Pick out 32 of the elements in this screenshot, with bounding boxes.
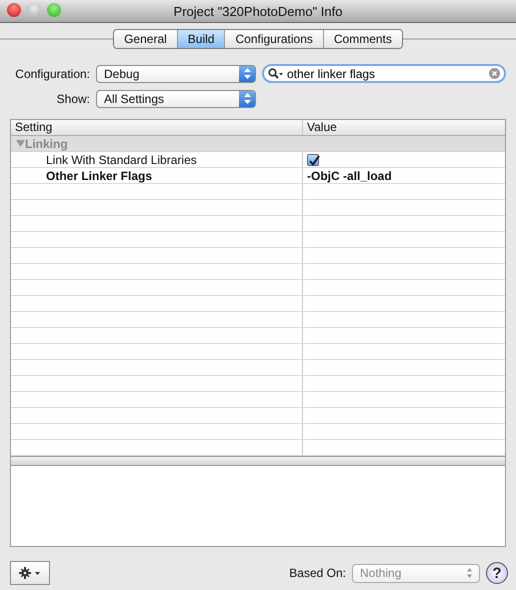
tab[interactable]: Comments xyxy=(324,30,402,48)
setting-value: -ObjC -all_load xyxy=(307,168,392,182)
search-icon xyxy=(268,68,284,79)
disclosure-icon[interactable] xyxy=(16,139,25,148)
column-header[interactable]: Value xyxy=(303,120,505,135)
group-label: Linking xyxy=(25,136,68,150)
close-button[interactable] xyxy=(7,3,21,17)
minimize-button[interactable] xyxy=(27,3,41,17)
tab[interactable]: Configurations xyxy=(225,30,324,48)
tab[interactable]: General xyxy=(114,30,178,48)
gear-icon xyxy=(19,567,41,579)
zoom-button[interactable] xyxy=(47,3,61,17)
show-label: Show: xyxy=(56,92,90,106)
configuration-popup[interactable]: Debug xyxy=(96,64,256,82)
tab[interactable]: Build xyxy=(178,30,226,48)
clear-icon[interactable] xyxy=(489,68,500,79)
action-menu-button[interactable] xyxy=(10,561,50,585)
window-title: Project "320PhotoDemo" Info xyxy=(174,4,342,18)
checkbox[interactable] xyxy=(307,154,319,166)
setting-name: Other Linker Flags xyxy=(45,168,152,182)
search-input[interactable]: other linker flags xyxy=(287,66,486,80)
based-on-label: Based On: xyxy=(289,566,346,580)
setting-name: Link With Standard Libraries xyxy=(45,152,197,166)
show-popup[interactable]: All Settings xyxy=(96,90,256,108)
search-field[interactable]: other linker flags xyxy=(262,64,506,83)
stepper-icon xyxy=(467,568,472,578)
stepper-icon xyxy=(239,90,255,106)
split-handle[interactable] xyxy=(10,457,506,465)
configuration-label: Configuration: xyxy=(14,66,90,80)
column-header[interactable]: Setting xyxy=(11,120,303,135)
help-button[interactable]: ? xyxy=(486,562,508,584)
stepper-icon xyxy=(239,66,255,82)
